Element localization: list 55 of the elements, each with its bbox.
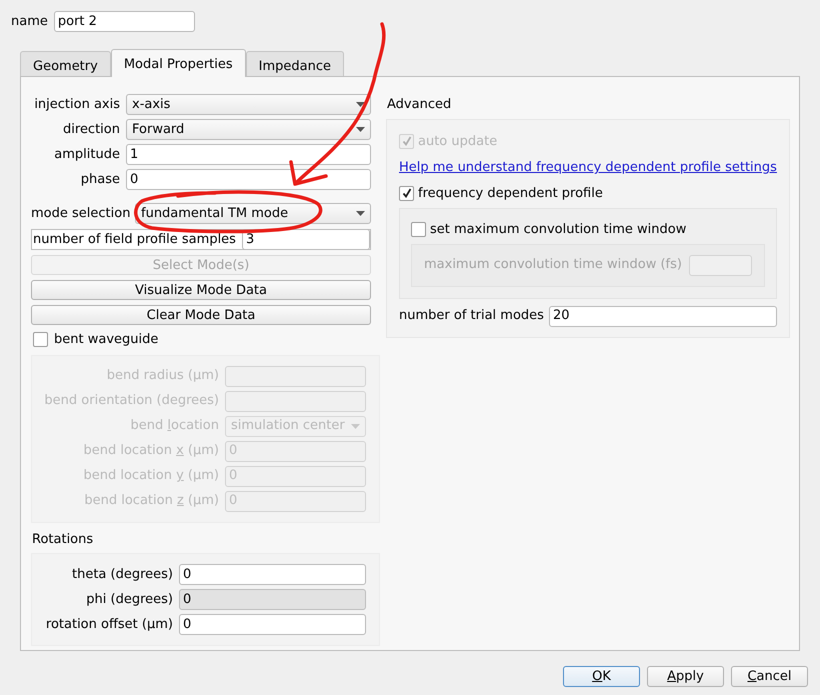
- push-button[interactable]: Clear Mode Data: [31, 305, 371, 325]
- dropdown[interactable]: fundamental TM mode: [135, 203, 371, 224]
- input-field[interactable]: [688, 254, 752, 276]
- help-link[interactable]: Help me understand frequency dependent profile settings: [399, 158, 777, 178]
- field-label: mode selection: [31, 204, 132, 223]
- section-title: Rotations: [31, 530, 94, 548]
- caret-icon: [356, 211, 365, 216]
- field-label: bend radius (µm): [106, 367, 219, 386]
- field-label: bend location z (µm): [83, 492, 219, 510]
- field-label: phi (degrees): [85, 590, 173, 609]
- field-label: bend location y (µm): [82, 467, 219, 486]
- field-label: name: [11, 12, 48, 31]
- dropdown[interactable]: Forward: [126, 119, 371, 140]
- checkbox[interactable]: [411, 222, 426, 238]
- checkbox[interactable]: [33, 332, 48, 348]
- caret-icon: [356, 102, 365, 107]
- input-field[interactable]: 3: [242, 229, 370, 250]
- field-label: maximum convolution time window (fs): [424, 256, 682, 274]
- input-field[interactable]: 20: [548, 306, 777, 326]
- caret-icon: [351, 424, 360, 428]
- tab[interactable]: Modal Properties: [110, 49, 246, 77]
- input-field[interactable]: [225, 366, 366, 386]
- input-field[interactable]: 0: [179, 614, 366, 635]
- input-field[interactable]: 0: [179, 564, 366, 585]
- field-label: rotation offset (µm): [44, 616, 173, 634]
- field-label: direction: [62, 120, 120, 139]
- field-label: theta (degrees): [70, 566, 173, 584]
- checkmark-icon: [402, 188, 412, 198]
- field-label: number of field profile samples: [32, 230, 236, 249]
- field-label: bend location x (µm): [82, 442, 219, 460]
- checkbox-label: set maximum convolution time window: [430, 221, 686, 239]
- field-label: bend orientation (degrees): [43, 392, 219, 410]
- checkbox[interactable]: [399, 186, 414, 201]
- field-label: number of trial modes: [399, 307, 544, 326]
- input-field[interactable]: 1: [126, 144, 371, 165]
- field-label: injection axis: [33, 96, 120, 114]
- checkmark-icon: [402, 136, 412, 146]
- push-button[interactable]: Visualize Mode Data: [31, 280, 371, 300]
- input-field[interactable]: [225, 390, 366, 412]
- section-title: Advanced: [386, 96, 452, 114]
- dropdown[interactable]: x-axis: [126, 94, 371, 115]
- caret-icon: [356, 127, 365, 132]
- checkbox-label: auto update: [418, 132, 498, 150]
- field-label: amplitude: [53, 146, 120, 164]
- dialog-button[interactable]: OK: [563, 666, 640, 687]
- field-label: phase: [80, 170, 120, 189]
- tab[interactable]: Geometry: [20, 51, 111, 76]
- checkbox-label: frequency dependent profile: [418, 184, 603, 202]
- input-field[interactable]: port 2: [54, 11, 195, 32]
- field-label: bend location: [130, 417, 219, 436]
- dialog-button[interactable]: Apply: [647, 666, 724, 687]
- input-field[interactable]: 0: [126, 169, 371, 190]
- dialog-button[interactable]: Cancel: [731, 666, 808, 687]
- tab[interactable]: Impedance: [246, 51, 344, 76]
- checkbox-label: bent waveguide: [54, 331, 158, 349]
